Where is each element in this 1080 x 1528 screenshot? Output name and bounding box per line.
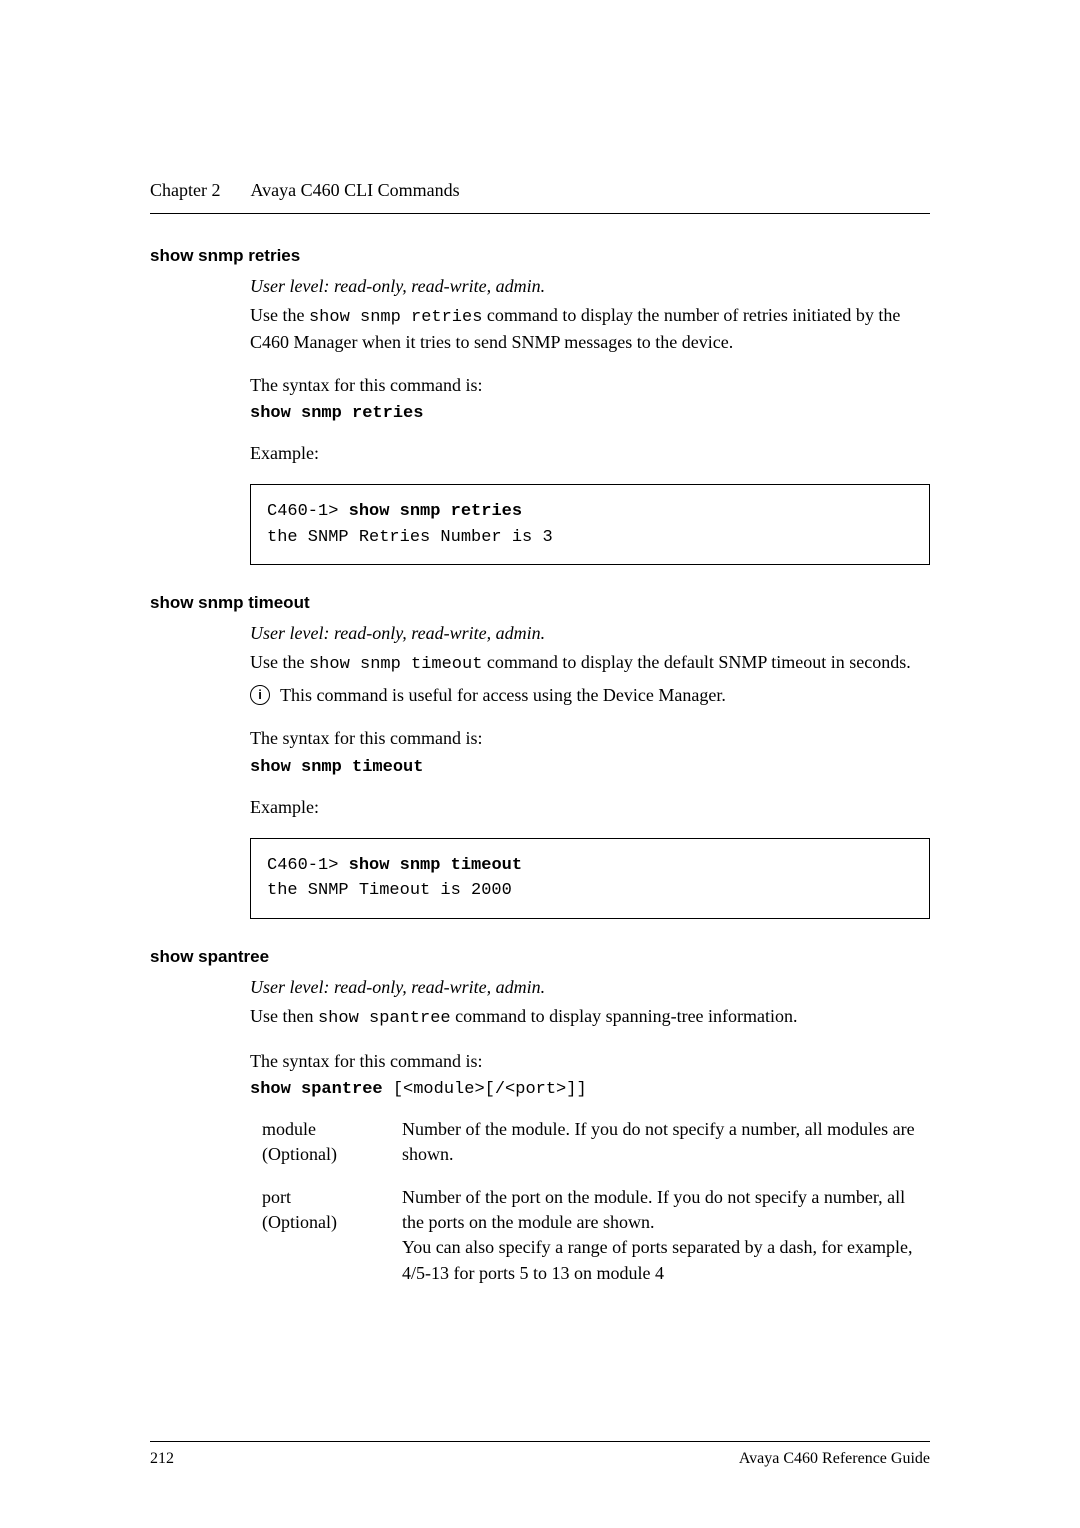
intro-paragraph: Use the show snmp timeout command to dis… [250, 650, 930, 677]
header-divider [150, 213, 930, 214]
code-example-box: C460-1> show snmp timeout the SNMP Timeo… [250, 838, 930, 919]
intro-suffix: command to display the default SNMP time… [482, 652, 910, 672]
syntax-label: The syntax for this command is: [250, 1049, 930, 1074]
footer-doc-title: Avaya C460 Reference Guide [739, 1450, 930, 1468]
parameter-table: module (Optional) Number of the module. … [262, 1117, 930, 1286]
page-number: 212 [150, 1450, 174, 1468]
param-desc: Number of the module. If you do not spec… [402, 1117, 930, 1167]
section-heading-spantree: show spantree [150, 947, 930, 967]
syntax-line: show spantree [<module>[/<port>]] [250, 1080, 930, 1099]
footer-divider [150, 1441, 930, 1442]
page-header: Chapter 2 Avaya C460 CLI Commands [150, 180, 930, 201]
page-footer: 212 Avaya C460 Reference Guide [150, 1441, 930, 1468]
param-name: port [262, 1187, 291, 1207]
chapter-title: Avaya C460 CLI Commands [250, 180, 459, 201]
chapter-number: Chapter 2 [150, 180, 220, 201]
intro-paragraph: Use then show spantree command to displa… [250, 1004, 930, 1031]
code-command: show snmp retries [349, 502, 522, 521]
code-prompt: C460-1> [267, 502, 349, 521]
code-prompt: C460-1> [267, 856, 349, 875]
param-desc: Number of the port on the module. If you… [402, 1185, 930, 1286]
code-example-box: C460-1> show snmp retries the SNMP Retri… [250, 484, 930, 565]
param-name-cell: module (Optional) [262, 1117, 402, 1167]
example-label: Example: [250, 441, 930, 466]
code-command: show snmp timeout [349, 856, 522, 875]
syntax-command: show snmp timeout [250, 758, 930, 777]
intro-prefix: Use the [250, 652, 309, 672]
intro-prefix: Use the [250, 305, 309, 325]
intro-command: show snmp retries [309, 308, 482, 327]
user-level-text: User level: read-only, read-write, admin… [250, 276, 930, 297]
intro-suffix: command to display spanning-tree informa… [451, 1006, 798, 1026]
param-optional: (Optional) [262, 1144, 337, 1164]
section-heading-snmp-retries: show snmp retries [150, 246, 930, 266]
param-name-cell: port (Optional) [262, 1185, 402, 1286]
intro-prefix: Use then [250, 1006, 318, 1026]
syntax-args: [<module>[/<port>]] [383, 1080, 587, 1099]
intro-command: show spantree [318, 1009, 451, 1028]
info-note-row: i This command is useful for access usin… [250, 683, 930, 708]
user-level-text: User level: read-only, read-write, admin… [250, 977, 930, 998]
code-line-1: C460-1> show snmp timeout [267, 853, 913, 879]
user-level-text: User level: read-only, read-write, admin… [250, 623, 930, 644]
param-row: module (Optional) Number of the module. … [262, 1117, 930, 1167]
code-output: the SNMP Timeout is 2000 [267, 878, 913, 904]
syntax-label: The syntax for this command is: [250, 726, 930, 751]
code-output: the SNMP Retries Number is 3 [267, 525, 913, 551]
example-label: Example: [250, 795, 930, 820]
param-optional: (Optional) [262, 1212, 337, 1232]
code-line-1: C460-1> show snmp retries [267, 499, 913, 525]
info-icon: i [250, 685, 270, 705]
syntax-command: show snmp retries [250, 404, 930, 423]
section-heading-snmp-timeout: show snmp timeout [150, 593, 930, 613]
syntax-command: show spantree [250, 1080, 383, 1099]
info-note-text: This command is useful for access using … [280, 683, 726, 708]
syntax-label: The syntax for this command is: [250, 373, 930, 398]
param-name: module [262, 1119, 316, 1139]
intro-command: show snmp timeout [309, 655, 482, 674]
intro-paragraph: Use the show snmp retries command to dis… [250, 303, 930, 355]
param-row: port (Optional) Number of the port on th… [262, 1185, 930, 1286]
